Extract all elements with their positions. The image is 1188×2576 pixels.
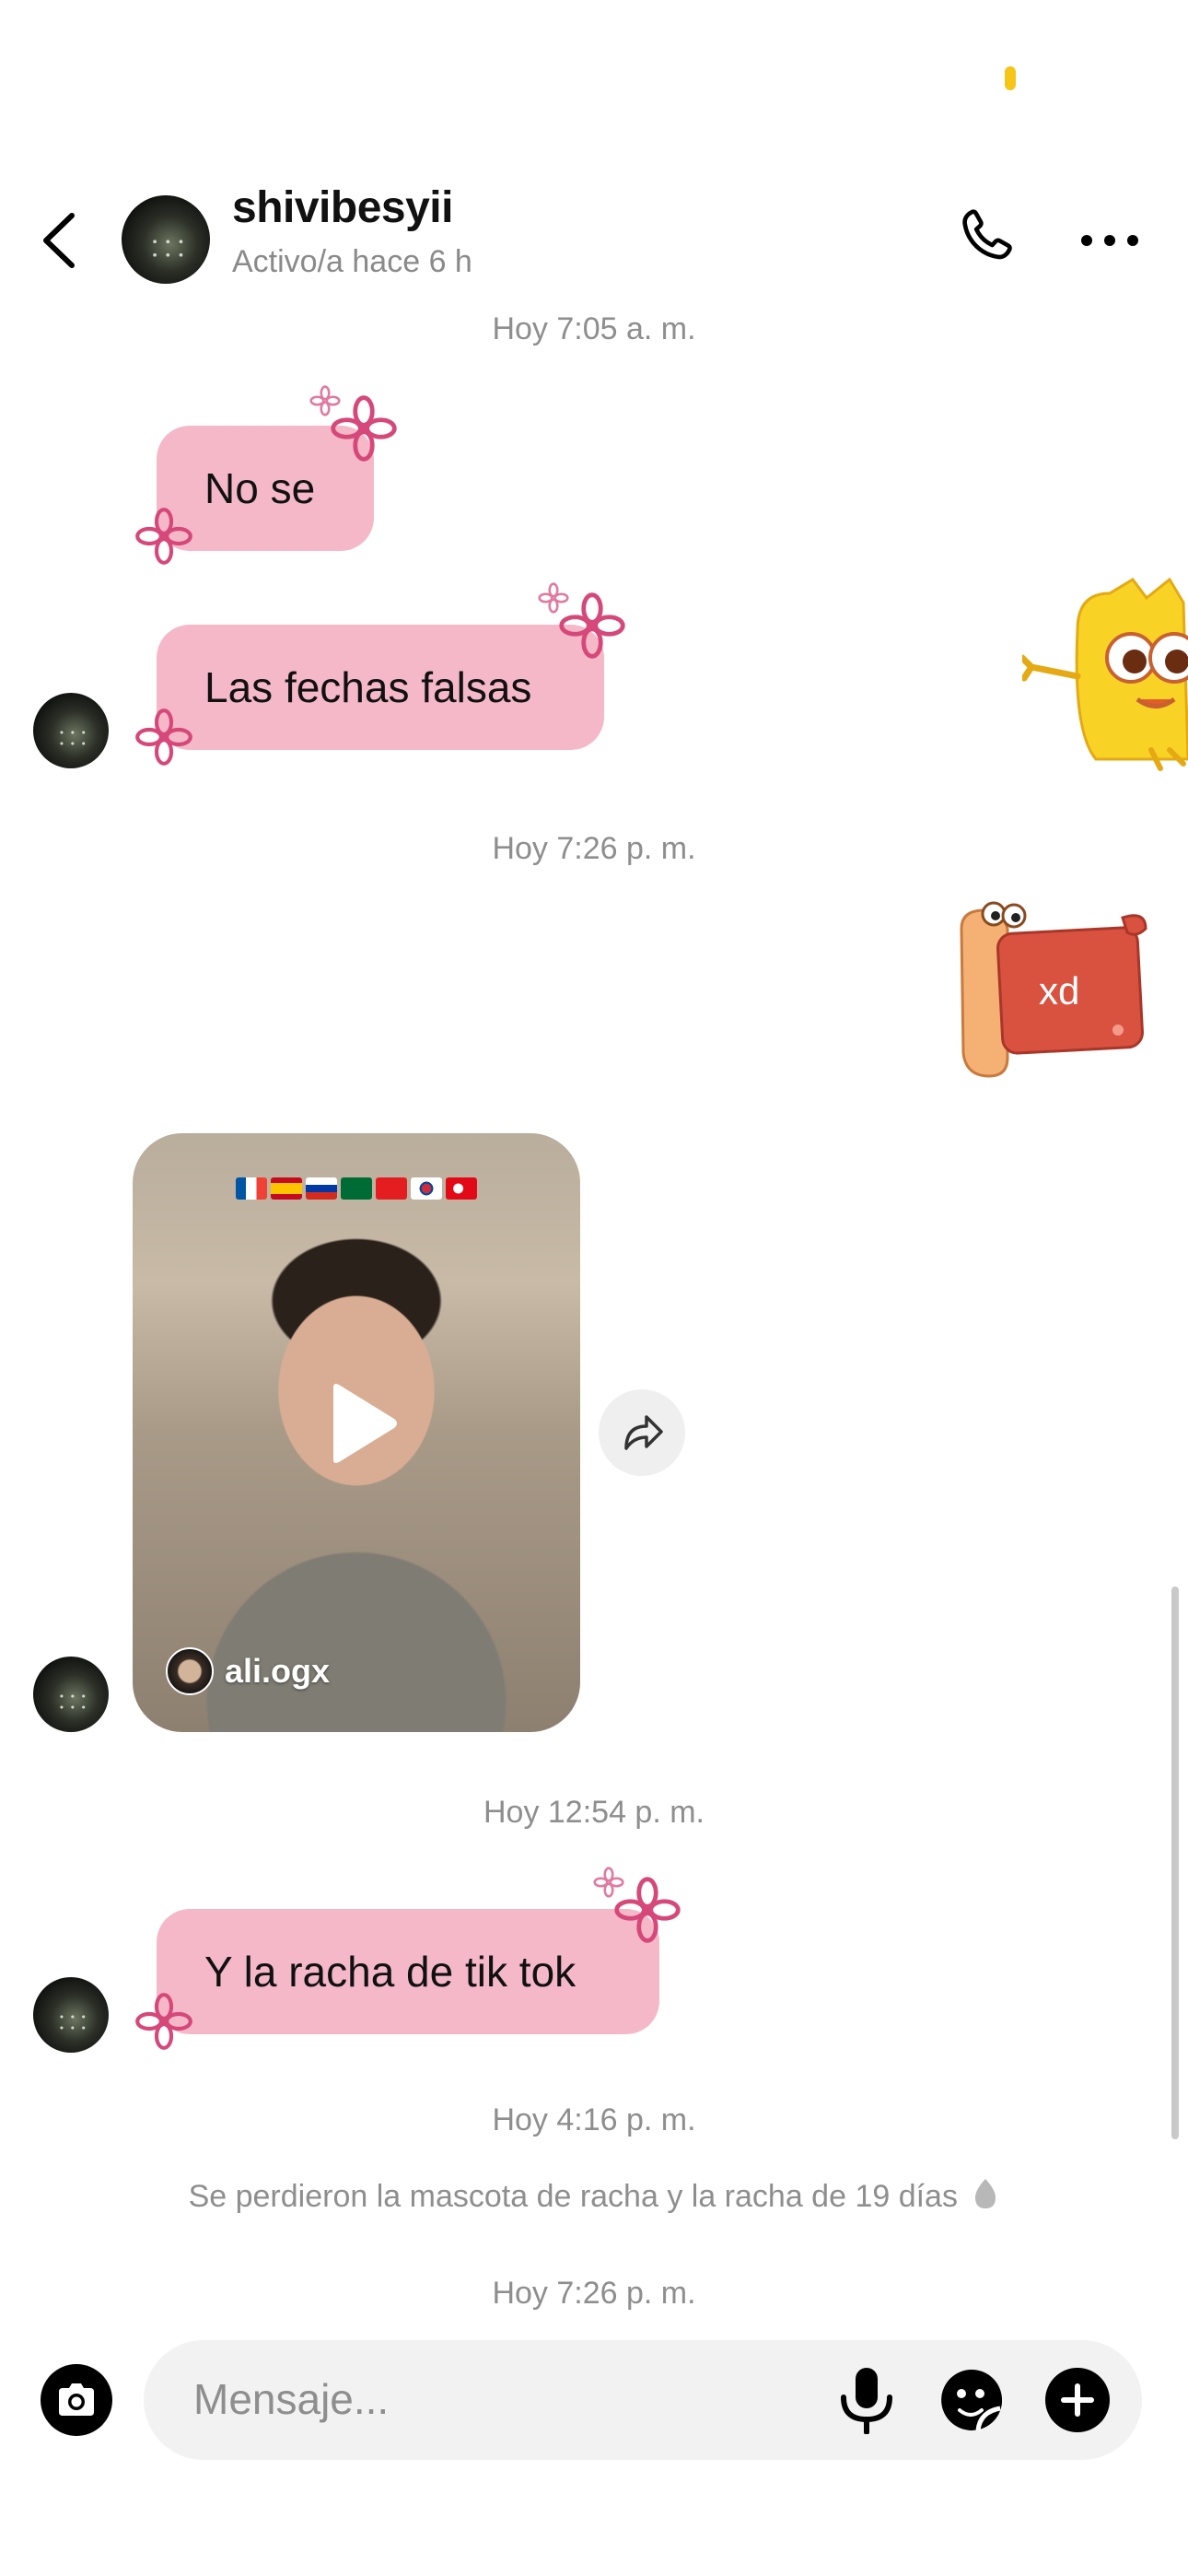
message-text: Y la racha de tik tok bbox=[204, 1948, 577, 1996]
camera-icon[interactable] bbox=[41, 2364, 112, 2436]
flower-icon bbox=[135, 708, 192, 766]
avatar[interactable] bbox=[33, 693, 109, 768]
system-text: Se perdieron la mascota de racha y la ra… bbox=[188, 2179, 958, 2214]
avatar bbox=[166, 1647, 214, 1695]
message-text: Las fechas falsas bbox=[204, 663, 532, 711]
timestamp: Hoy 7:26 p. m. bbox=[492, 2276, 696, 2311]
timestamp: Hoy 7:05 a. m. bbox=[492, 311, 696, 346]
play-icon[interactable] bbox=[326, 1382, 400, 1465]
streak-mascot-sticker bbox=[1022, 577, 1188, 771]
username[interactable]: shivibesyii bbox=[232, 182, 453, 233]
sticker-text: xd bbox=[1039, 969, 1080, 1013]
microphone-icon[interactable] bbox=[836, 2366, 897, 2435]
flags-row bbox=[236, 1177, 477, 1200]
back-icon[interactable] bbox=[37, 210, 83, 271]
avatar[interactable] bbox=[122, 195, 210, 284]
activity-status: Activo/a hace 6 h bbox=[232, 244, 472, 279]
avatar[interactable] bbox=[33, 1977, 109, 2053]
flower-icon bbox=[135, 1993, 192, 2050]
message-text: No se bbox=[204, 464, 316, 512]
message-bubble[interactable]: Y la racha de tik tok bbox=[157, 1909, 659, 2034]
more-options-icon[interactable] bbox=[1077, 217, 1142, 263]
message-bubble[interactable]: Las fechas falsas bbox=[157, 625, 604, 750]
video-share[interactable]: ali.ogx bbox=[133, 1133, 580, 1732]
flower-icon bbox=[538, 582, 569, 614]
streak-lost-notice: Se perdieron la mascota de racha y la ra… bbox=[0, 2177, 1188, 2215]
share-button[interactable] bbox=[599, 1389, 685, 1476]
flower-icon bbox=[593, 1867, 624, 1898]
timestamp: Hoy 7:26 p. m. bbox=[492, 831, 696, 866]
avatar[interactable] bbox=[33, 1657, 109, 1732]
phone-icon[interactable] bbox=[954, 205, 1019, 269]
scrollbar[interactable] bbox=[1171, 1587, 1179, 2139]
status-indicator bbox=[1005, 66, 1016, 90]
dog-sticker[interactable]: xd bbox=[952, 901, 1155, 1082]
video-username[interactable]: ali.ogx bbox=[225, 1652, 330, 1691]
timestamp: Hoy 12:54 p. m. bbox=[483, 1795, 705, 1830]
message-input-placeholder[interactable]: Mensaje... bbox=[193, 2374, 389, 2424]
flower-icon bbox=[309, 385, 341, 416]
flame-icon bbox=[975, 2179, 996, 2208]
flower-icon bbox=[135, 508, 192, 565]
add-icon[interactable] bbox=[1045, 2368, 1110, 2432]
sticker-icon[interactable] bbox=[939, 2368, 1004, 2432]
timestamp: Hoy 4:16 p. m. bbox=[492, 2102, 696, 2137]
